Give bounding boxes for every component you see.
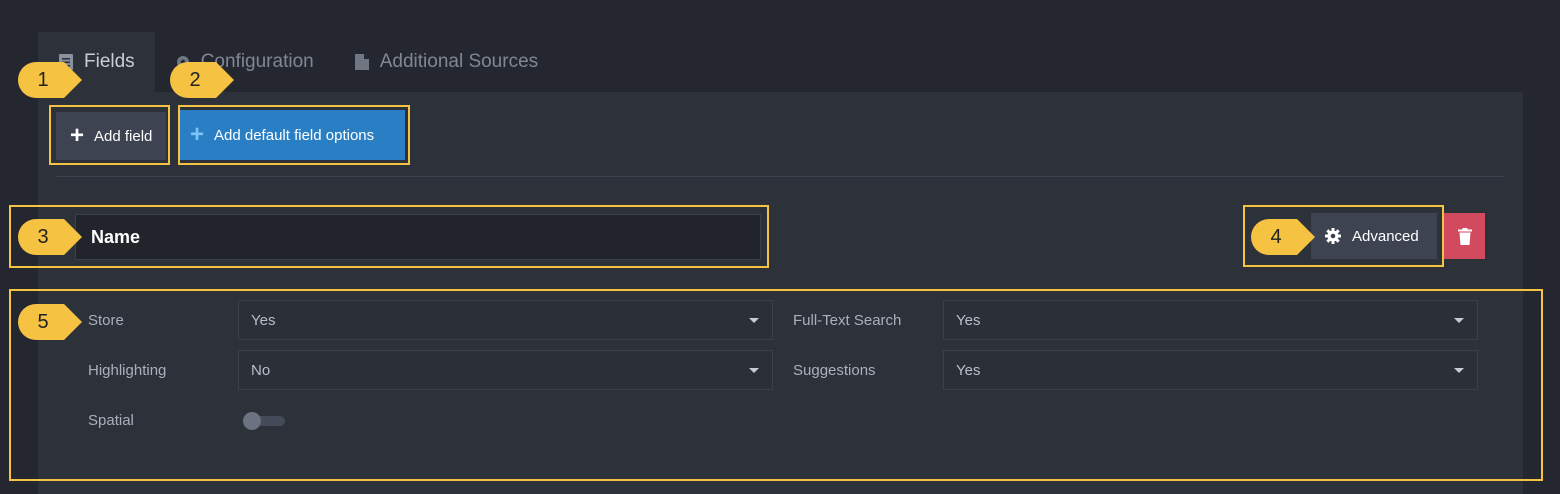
delete-field-button[interactable]: [1444, 213, 1485, 259]
highlight-box-options: [9, 289, 1543, 481]
trash-icon: [1457, 227, 1472, 245]
callout-number: 1: [37, 68, 49, 91]
callout-4: 4: [1251, 219, 1315, 255]
divider: [56, 176, 1504, 177]
tab-bar: Fields Configuration Additional Sources: [38, 32, 558, 92]
callout-number: 2: [189, 68, 201, 91]
callout-3: 3: [18, 219, 82, 255]
tab-additional-sources[interactable]: Additional Sources: [334, 32, 558, 92]
callout-2: 2: [170, 62, 234, 98]
callout-number: 5: [37, 310, 49, 333]
callout-1: 1: [18, 62, 82, 98]
callout-number: 4: [1270, 225, 1282, 248]
highlight-box-name: [9, 205, 769, 268]
tab-label: Additional Sources: [379, 51, 539, 72]
highlight-box-add-default: [178, 105, 410, 165]
callout-number: 3: [37, 225, 49, 248]
csharp-file-icon: [354, 54, 369, 70]
callout-5: 5: [18, 304, 82, 340]
tab-label: Fields: [84, 51, 135, 72]
highlight-box-add-field: [49, 105, 170, 165]
